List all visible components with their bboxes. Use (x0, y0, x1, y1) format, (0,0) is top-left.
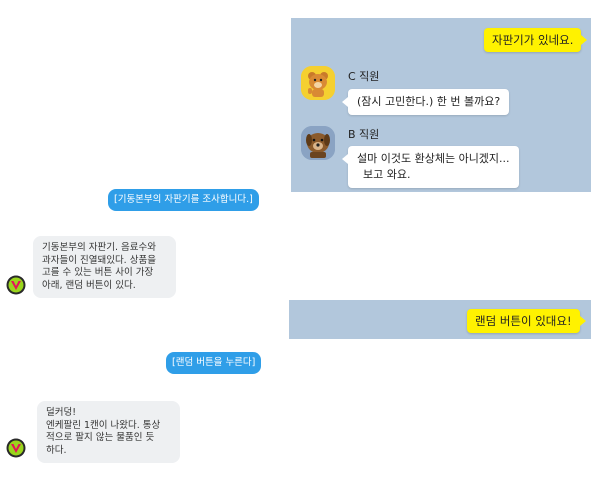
sender-name-c: C 직원 (348, 70, 380, 83)
outgoing-message-1: 자판기가 있네요. (484, 28, 588, 52)
v-logo-icon[interactable] (6, 438, 26, 458)
reply-message-1: 기동본부의 자판기. 음료수와 과자들이 진열돼있다. 상품을 고를 수 있는 … (33, 236, 176, 298)
sender-name-b: B 직원 (348, 128, 380, 141)
chat-panel-bottom: 랜덤 버튼이 있대요! (289, 300, 591, 339)
action-message-2: [랜덤 버튼을 누른다] (166, 352, 262, 374)
chat-panel-top: 자판기가 있네요. C 직원 (잠시 고민한다.) 한 번 볼까요? B 직원 … (291, 18, 591, 192)
reply-message-2: 덜커덩! 엔케팔린 1캔이 나왔다. 통상 적으로 팔지 않는 물품인 듯 하다… (37, 401, 180, 463)
bear-avatar-icon[interactable] (301, 66, 335, 100)
incoming-message-b-line2: 보고 와요. (363, 168, 411, 181)
incoming-message-c: (잠시 고민한다.) 한 번 볼까요? (341, 89, 510, 115)
incoming-message-b-line1: 설마 이것도 환상체는 아니겠지... (357, 152, 510, 165)
outgoing-message-2: 랜덤 버튼이 있대요! (467, 309, 586, 333)
v-logo-icon[interactable] (6, 275, 26, 295)
action-message-1: [기동본부의 자판기를 조사합니다.] (108, 189, 259, 211)
dog-avatar-icon[interactable] (301, 126, 335, 160)
incoming-message-b: 설마 이것도 환상체는 아니겠지... 보고 와요. (342, 146, 519, 188)
